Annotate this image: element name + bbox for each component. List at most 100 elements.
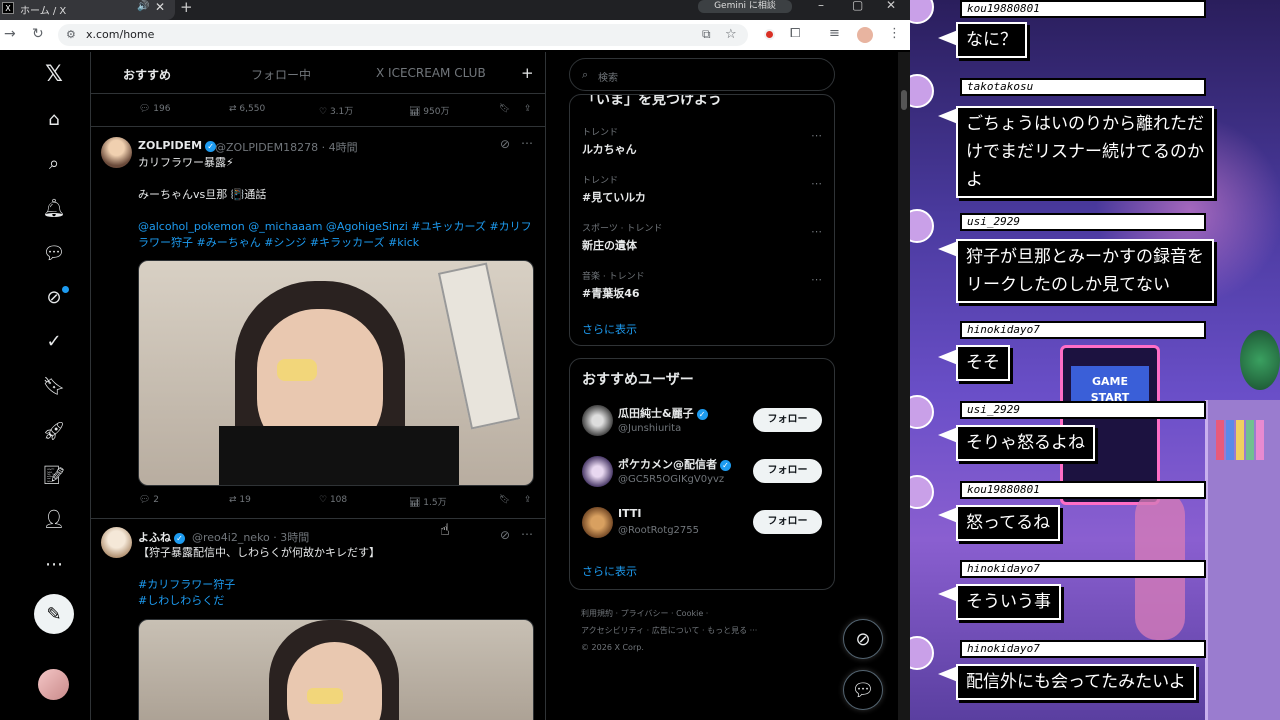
follow-button[interactable]: フォロー <box>753 408 822 432</box>
trend-item[interactable]: スポーツ · トレンド 新庄の遺体 ⋯ <box>582 221 822 253</box>
minimize-button[interactable]: – <box>818 0 824 12</box>
like-button[interactable]: ♡ 3.1万 <box>319 104 353 117</box>
page-scrollbar[interactable] <box>898 52 910 720</box>
browser-tab[interactable]: X ホーム / X 🔊 ✕ <box>0 0 175 20</box>
messages-fab-icon[interactable]: 💬︎ <box>843 670 883 710</box>
tweet-author[interactable]: ZOLPIDEM ✓ <box>138 139 217 152</box>
user-handle: @RootRotg2755 <box>618 525 699 536</box>
footer-links[interactable]: 利用規約 · プライバシー · Cookie · <box>581 605 831 622</box>
user-avatar[interactable] <box>582 507 613 538</box>
tweet-avatar[interactable] <box>101 527 132 558</box>
reply-button[interactable]: 💬︎ 196 <box>139 104 170 114</box>
grok-icon[interactable]: ⊘ <box>500 528 510 542</box>
grok-icon[interactable]: ⊘ <box>500 137 510 151</box>
account-avatar[interactable] <box>38 669 69 700</box>
tab-icecream-club[interactable]: X ICECREAM CLUB <box>376 66 486 80</box>
user-name[interactable]: ポケカメン@配信者 ✓ <box>618 456 731 472</box>
like-button[interactable]: ♡ 108 <box>319 495 347 505</box>
scrollbar-thumb[interactable] <box>901 90 907 110</box>
repost-button[interactable]: ⇄ 6,550 <box>229 104 265 114</box>
tab-for-you[interactable]: おすすめ <box>123 66 171 83</box>
add-tab-button[interactable]: + <box>521 64 534 82</box>
user-avatar[interactable] <box>582 405 613 436</box>
menu-icon[interactable]: ⋮ <box>888 26 901 41</box>
tweet-handle[interactable]: @reo4i2_neko · 3時間 <box>192 529 309 545</box>
verified-orgs-icon[interactable]: ✓ <box>42 329 66 353</box>
user-avatar[interactable] <box>582 456 613 487</box>
tweet-more-icon[interactable]: ⋯ <box>521 136 533 150</box>
maximize-button[interactable]: ▢ <box>852 0 863 12</box>
notifications-icon[interactable]: 🔔︎ <box>42 196 66 220</box>
x-logo-icon[interactable]: 𝕏 <box>42 62 66 87</box>
user-name[interactable]: 瓜田純士&麗子 ✓ <box>618 405 708 421</box>
trend-more-icon[interactable]: ⋯ <box>811 177 822 190</box>
home-icon[interactable]: ⌂ <box>42 107 66 131</box>
footer-links[interactable]: アクセシビリティ · 広告について · もっと見る ··· <box>581 622 831 639</box>
trend-name: ルカちゃん <box>582 143 637 156</box>
follow-button[interactable]: フォロー <box>753 459 822 483</box>
tweet-avatar[interactable] <box>101 137 132 168</box>
reload-icon[interactable]: ↻ <box>32 26 44 42</box>
close-window-button[interactable]: ✕ <box>886 0 896 12</box>
profile-icon[interactable]: 👤︎ <box>42 507 66 531</box>
tweet-media[interactable] <box>138 619 534 720</box>
tab-close-icon[interactable]: ✕ <box>155 0 165 14</box>
install-icon[interactable]: ⧉ <box>702 27 711 42</box>
bookmark-icon[interactable]: 🔖︎ <box>499 495 510 505</box>
bookmark-star-icon[interactable]: ☆ <box>725 27 737 42</box>
share-icon[interactable]: ⇪ <box>524 104 532 114</box>
trend-more-icon[interactable]: ⋯ <box>811 273 822 286</box>
grok-fab-icon[interactable]: ⊘ <box>843 619 883 659</box>
trend-item[interactable]: 音楽 · トレンド #青葉坂46 ⋯ <box>582 269 822 301</box>
tweet-more-icon[interactable]: ⋯ <box>521 527 533 541</box>
tweet-author[interactable]: よふね ✓ <box>138 529 185 545</box>
site-info-icon[interactable]: ⚙ <box>66 28 76 41</box>
url-text[interactable]: x.com/home <box>86 28 154 41</box>
tweet-mentions[interactable]: @alcohol_pokemon @_michaaam @AgohigeSinz… <box>138 219 538 251</box>
tweet[interactable]: ZOLPIDEM ✓ @ZOLPIDEM18278 · 4時間 ⊘ ⋯ カリフラワ… <box>91 127 545 519</box>
trend-name: #青葉坂46 <box>582 287 640 300</box>
forward-icon[interactable]: → <box>4 26 16 42</box>
omnibox[interactable]: ⚙ x.com/home ⧉ ☆ <box>58 24 748 46</box>
reply-button[interactable]: 💬︎ 2 <box>139 495 159 505</box>
suggested-user[interactable]: ポケカメン@配信者 ✓ @GC5R5OGIKgV0yvz フォロー <box>582 452 828 492</box>
media-can <box>437 262 521 430</box>
compose-post-button[interactable]: ✎ <box>34 594 74 634</box>
trend-more-icon[interactable]: ⋯ <box>811 225 822 238</box>
bookmarks-icon[interactable]: 🔖︎ <box>42 374 66 398</box>
lists-icon[interactable]: 📝︎ <box>42 463 66 487</box>
tweet-handle[interactable]: @ZOLPIDEM18278 · 4時間 <box>215 139 358 155</box>
show-more-link[interactable]: さらに表示 <box>582 321 637 337</box>
tweet-media[interactable] <box>138 260 534 486</box>
tweet[interactable]: よふね ✓ @reo4i2_neko · 3時間 ⊘ ⋯ 【狩子暴露配信中、しわら… <box>91 519 545 720</box>
profile-avatar[interactable] <box>857 27 873 43</box>
gemini-button[interactable]: Gemini に相談 <box>698 0 792 13</box>
suggested-user[interactable]: 瓜田純士&麗子 ✓ @Junshiurita フォロー <box>582 401 828 441</box>
media-bandage <box>307 688 343 704</box>
search-input[interactable]: ⌕ 検索 <box>569 58 835 91</box>
extensions-icon[interactable]: ⧠ <box>790 26 800 41</box>
repost-button[interactable]: ⇄ 19 <box>229 495 251 505</box>
trend-item[interactable]: トレンド #見ていルカ ⋯ <box>582 173 822 205</box>
tab-following[interactable]: フォロー中 <box>251 66 311 83</box>
follow-button[interactable]: フォロー <box>753 510 822 534</box>
search-icon[interactable]: ⌕ <box>42 151 66 175</box>
tweet-hashtags[interactable]: #カリフラワー狩子 #しわしわらくだ <box>138 577 538 609</box>
suggested-user[interactable]: ITTI @RootRotg2755 フォロー <box>582 503 828 543</box>
share-icon[interactable]: ⇪ <box>524 495 532 505</box>
speaker-icon[interactable]: 🔊 <box>137 1 149 12</box>
messages-icon[interactable]: 💬︎ <box>42 241 66 265</box>
trend-item[interactable]: トレンド ルカちゃん ⋯ <box>582 125 822 157</box>
views-button[interactable]: 📊︎ 1.5万 <box>409 495 447 508</box>
views-button[interactable]: 📊︎ 950万 <box>409 104 449 117</box>
user-name[interactable]: ITTI <box>618 507 641 520</box>
show-more-link[interactable]: さらに表示 <box>582 563 637 579</box>
new-tab-button[interactable]: + <box>180 0 193 16</box>
bookmark-icon[interactable]: 🔖︎ <box>499 104 510 114</box>
browser-tab-bar: X ホーム / X 🔊 ✕ + Gemini に相談 – ▢ ✕ <box>0 0 910 20</box>
more-icon[interactable]: ⋯ <box>42 552 66 576</box>
record-icon[interactable] <box>764 29 775 40</box>
media-icon[interactable]: ≡ <box>829 26 840 41</box>
trend-more-icon[interactable]: ⋯ <box>811 129 822 142</box>
premium-rocket-icon[interactable]: 🚀︎ <box>42 419 66 443</box>
